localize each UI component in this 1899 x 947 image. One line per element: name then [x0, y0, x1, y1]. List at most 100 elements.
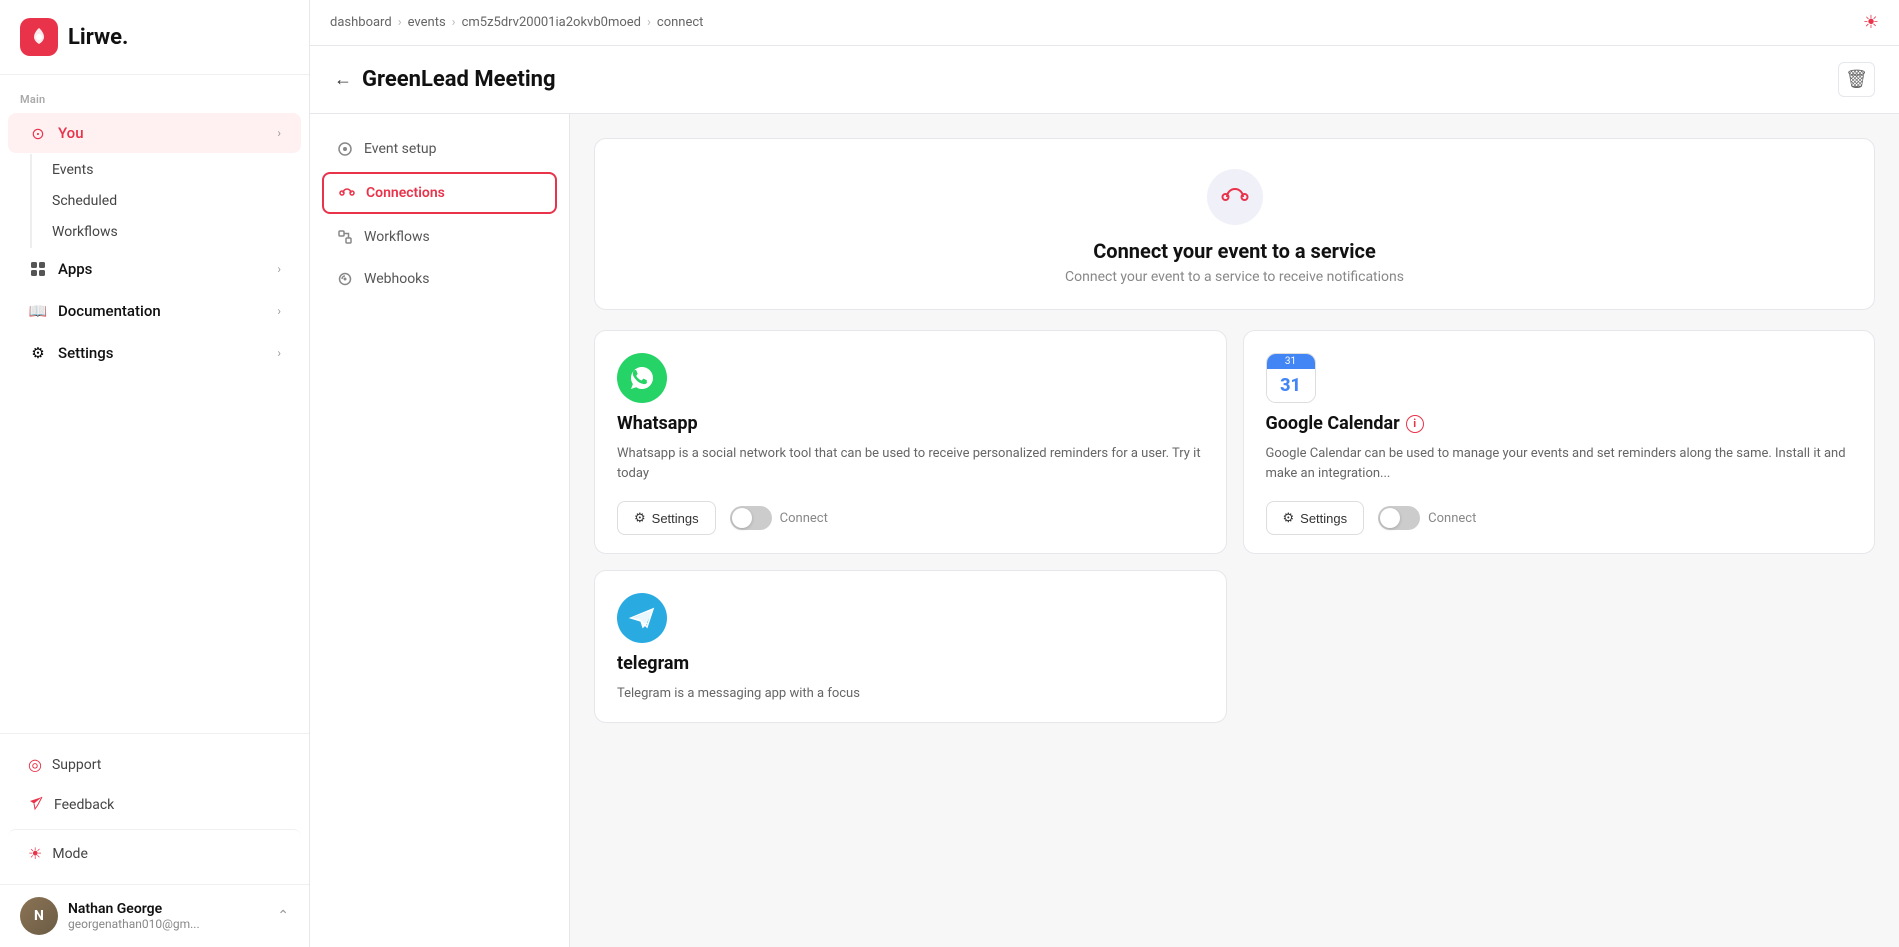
you-sub-group: Events Scheduled Workflows: [0, 154, 309, 248]
left-nav-connections[interactable]: Connections: [322, 172, 557, 214]
support-icon: ◎: [28, 755, 42, 774]
content-area: Event setup Connections: [310, 114, 1899, 947]
theme-toggle-icon[interactable]: ☀: [1863, 12, 1879, 33]
telegram-icon: [617, 593, 667, 643]
sidebar-settings-label: Settings: [58, 344, 267, 362]
whatsapp-settings-button[interactable]: ⚙ Settings: [617, 501, 716, 535]
left-nav-connections-label: Connections: [366, 185, 445, 201]
you-icon: ⊙: [28, 123, 48, 143]
sidebar-item-apps[interactable]: Apps ›: [8, 249, 301, 289]
event-setup-icon: [336, 140, 354, 158]
left-nav-webhooks-label: Webhooks: [364, 271, 430, 287]
whatsapp-card: Whatsapp Whatsapp is a social network to…: [594, 330, 1227, 554]
mode-icon: ☀: [28, 844, 42, 863]
left-nav-workflows-label: Workflows: [364, 229, 430, 245]
sidebar-item-events[interactable]: Events: [8, 155, 301, 185]
connect-icon-wrap: [1207, 169, 1263, 225]
left-nav: Event setup Connections: [310, 114, 570, 947]
breadcrumb: dashboard › events › cm5z5drv20001ia2okv…: [330, 15, 703, 30]
workflows-icon: [336, 228, 354, 246]
user-info: Nathan George georgenathan010@gm...: [68, 901, 267, 931]
telegram-name: telegram: [617, 653, 1204, 674]
user-section[interactable]: N Nathan George georgenathan010@gm... ⌃: [0, 884, 309, 947]
gcal-icon: 31 31: [1266, 353, 1316, 403]
sidebar-feedback-label: Feedback: [54, 797, 114, 813]
sidebar-item-support[interactable]: ◎ Support: [8, 745, 301, 784]
page-header: ← GreenLead Meeting 🗑: [310, 46, 1899, 114]
sidebar-you-label: You: [58, 124, 267, 142]
left-nav-event-setup[interactable]: Event setup: [322, 130, 557, 168]
gcal-info-icon[interactable]: i: [1406, 415, 1424, 433]
cards-area: Connect your event to a service Connect …: [570, 114, 1899, 947]
topbar: dashboard › events › cm5z5drv20001ia2okv…: [310, 0, 1899, 46]
documentation-icon: 📖: [28, 301, 48, 321]
sidebar-logo: Lirwe.: [0, 0, 309, 75]
connect-subtitle: Connect your event to a service to recei…: [615, 269, 1854, 285]
left-nav-webhooks[interactable]: Webhooks: [322, 260, 557, 298]
gcal-body: 31: [1267, 369, 1315, 402]
sidebar-item-settings[interactable]: ⚙ Settings ›: [8, 333, 301, 373]
sidebar-item-documentation[interactable]: 📖 Documentation ›: [8, 291, 301, 331]
gcal-settings-gear-icon: ⚙: [1283, 510, 1295, 526]
connections-icon: [338, 184, 356, 202]
sidebar-doc-label: Documentation: [58, 302, 267, 320]
breadcrumb-sep-1: ›: [398, 15, 402, 30]
sidebar-item-feedback[interactable]: Feedback: [8, 785, 301, 825]
sidebar-item-workflows[interactable]: Workflows: [8, 217, 301, 247]
whatsapp-toggle[interactable]: [730, 506, 772, 530]
whatsapp-connect-label: Connect: [780, 511, 828, 526]
user-email: georgenathan010@gm...: [68, 917, 267, 931]
settings-gear-icon: ⚙: [634, 510, 646, 526]
main-content: dashboard › events › cm5z5drv20001ia2okv…: [310, 0, 1899, 947]
sidebar: Lirwe. Main ⊙ You › Events Scheduled Wor…: [0, 0, 310, 947]
gcal-top-bar: 31: [1267, 354, 1315, 369]
settings-icon: ⚙: [28, 343, 48, 363]
settings-chevron: ›: [277, 346, 281, 360]
back-button[interactable]: ←: [334, 69, 352, 90]
sidebar-item-scheduled[interactable]: Scheduled: [8, 186, 301, 216]
gcal-connect-action: Connect: [1378, 506, 1476, 530]
whatsapp-desc: Whatsapp is a social network tool that c…: [617, 444, 1204, 483]
apps-icon: [28, 259, 48, 279]
telegram-desc: Telegram is a messaging app with a focus: [617, 684, 1204, 704]
logo-icon: [20, 18, 58, 56]
whatsapp-actions: ⚙ Settings Connect: [617, 501, 1204, 535]
logo-text: Lirwe.: [68, 25, 128, 50]
webhooks-icon: [336, 270, 354, 288]
left-nav-workflows[interactable]: Workflows: [322, 218, 557, 256]
breadcrumb-connect[interactable]: connect: [657, 15, 704, 30]
left-nav-event-setup-label: Event setup: [364, 141, 437, 157]
services-grid: Whatsapp Whatsapp is a social network to…: [594, 330, 1875, 723]
gcal-connect-label: Connect: [1428, 511, 1476, 526]
telegram-card: telegram Telegram is a messaging app wit…: [594, 570, 1227, 723]
breadcrumb-sep-2: ›: [452, 15, 456, 30]
sidebar-support-label: Support: [52, 757, 101, 773]
gcal-actions: ⚙ Settings Connect: [1266, 501, 1853, 535]
user-avatar: N: [20, 897, 58, 935]
sidebar-item-mode[interactable]: ☀ Mode: [8, 829, 301, 873]
breadcrumb-event-id[interactable]: cm5z5drv20001ia2okvb0moed: [462, 15, 641, 30]
gcal-desc: Google Calendar can be used to manage yo…: [1266, 444, 1853, 483]
whatsapp-icon: [617, 353, 667, 403]
page-header-left: ← GreenLead Meeting: [334, 67, 556, 92]
connect-header: Connect your event to a service Connect …: [594, 138, 1875, 310]
doc-chevron: ›: [277, 304, 281, 318]
sidebar-item-you[interactable]: ⊙ You ›: [8, 113, 301, 153]
you-chevron: ›: [277, 126, 281, 140]
whatsapp-connect-action: Connect: [730, 506, 828, 530]
page-title: GreenLead Meeting: [362, 67, 556, 92]
breadcrumb-sep-3: ›: [647, 15, 651, 30]
delete-button[interactable]: 🗑: [1838, 62, 1875, 97]
user-expand-icon: ⌃: [277, 908, 289, 924]
gcal-settings-button[interactable]: ⚙ Settings: [1266, 501, 1365, 535]
whatsapp-name: Whatsapp: [617, 413, 1204, 434]
breadcrumb-dashboard[interactable]: dashboard: [330, 15, 392, 30]
feedback-icon: [28, 795, 44, 815]
breadcrumb-events[interactable]: events: [408, 15, 446, 30]
gcal-toggle[interactable]: [1378, 506, 1420, 530]
user-name: Nathan George: [68, 901, 267, 917]
connect-title: Connect your event to a service: [615, 239, 1854, 263]
sidebar-apps-label: Apps: [58, 260, 267, 278]
gcal-name: Google Calendar i: [1266, 413, 1853, 434]
apps-chevron: ›: [277, 262, 281, 276]
